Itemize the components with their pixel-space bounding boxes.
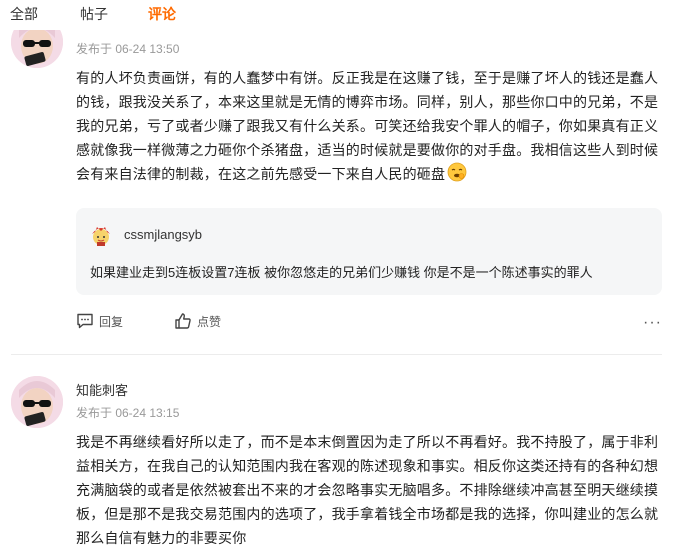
tab-bar: 全部 帖子 评论 bbox=[0, 0, 689, 30]
reply-label: 回复 bbox=[99, 314, 124, 329]
like-label: 点赞 bbox=[197, 314, 222, 329]
comment-item: 知能刺客 发布于 06-24 13:15 我是不再继续看好所以走了，而不是本末倒… bbox=[0, 352, 689, 559]
comment-text: 我是不再继续看好所以走了，而不是本末倒置因为走了所以不再看好。我不持股了，属于非… bbox=[76, 434, 659, 546]
comment-text: 有的人坏负责画饼，有的人蠢梦中有饼。反正我是在这赚了钱，至于是赚了坏人的钱还是蠢… bbox=[76, 66, 666, 189]
comment-item: 发布于 06-24 13:50 有的人坏负责画饼，有的人蠢梦中有饼。反正我是在这… bbox=[0, 0, 689, 355]
quoted-comment[interactable]: cssmjlangsyb 如果建业走到5连板设置7连板 被你忽悠走的兄弟们少赚钱… bbox=[76, 208, 662, 295]
avatar[interactable] bbox=[11, 376, 63, 428]
quote-username[interactable]: cssmjlangsyb bbox=[124, 227, 202, 242]
quote-avatar[interactable] bbox=[90, 224, 112, 246]
comment-actions: 回复 点赞 ··· bbox=[76, 312, 662, 336]
tab-posts[interactable]: 帖子 bbox=[80, 0, 108, 28]
comment-icon bbox=[76, 312, 94, 330]
tab-comments[interactable]: 评论 bbox=[148, 0, 176, 28]
tab-all[interactable]: 全部 bbox=[10, 0, 38, 28]
comment-text-content: 有的人坏负责画饼，有的人蠢梦中有饼。反正我是在这赚了钱，至于是赚了坏人的钱还是蠢… bbox=[76, 70, 659, 183]
reply-button[interactable]: 回复 bbox=[76, 312, 123, 330]
more-options-button[interactable]: ··· bbox=[643, 314, 662, 332]
like-button[interactable]: 点赞 bbox=[174, 312, 221, 330]
smirk-emoji-icon bbox=[447, 162, 467, 189]
thumbs-up-icon bbox=[174, 312, 192, 330]
username[interactable]: 知能刺客 bbox=[76, 380, 128, 399]
post-time: 发布于 06-24 13:15 bbox=[76, 406, 180, 420]
post-time: 发布于 06-24 13:50 bbox=[76, 42, 180, 56]
quote-text: 如果建业走到5连板设置7连板 被你忽悠走的兄弟们少赚钱 你是不是一个陈述事实的罪… bbox=[90, 265, 593, 280]
